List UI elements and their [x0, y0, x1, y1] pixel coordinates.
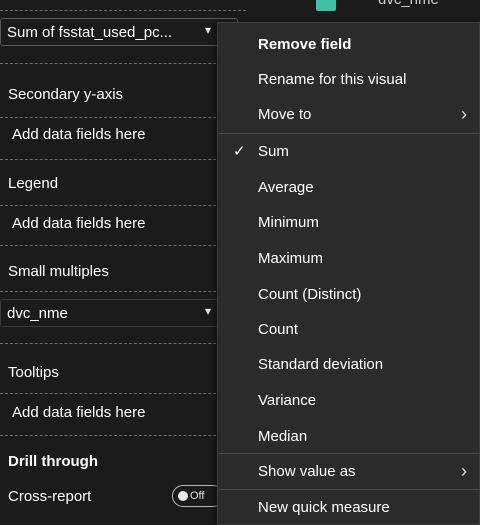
secondary-y-axis-drop-zone[interactable]: Add data fields here [12, 126, 145, 143]
divider [0, 291, 246, 292]
chevron-down-icon[interactable]: ▾ [205, 304, 211, 318]
menu-separator [219, 453, 480, 454]
cross-report-label: Cross-report [8, 488, 92, 505]
chevron-right-icon: › [461, 461, 467, 481]
menu-item-standard-deviation[interactable]: Standard deviation [218, 348, 480, 382]
menu-item-label: Median [258, 428, 308, 445]
value-field-pill[interactable]: Sum of fsstat_used_pc... ▾ [0, 18, 238, 46]
menu-item-label: Count [258, 321, 299, 338]
menu-item-label: Maximum [258, 250, 324, 267]
menu-item-label: Remove field [258, 36, 352, 53]
divider [0, 435, 246, 436]
divider [0, 159, 246, 160]
divider [0, 393, 246, 394]
menu-item-label: Rename for this visual [258, 71, 407, 88]
divider [0, 205, 246, 206]
toggle-knob [178, 491, 188, 501]
divider [0, 343, 246, 344]
menu-item-sum[interactable]: ✓ Sum [218, 135, 480, 169]
header-strip-text: dvc_nme [378, 0, 439, 8]
legend-label: Legend [8, 175, 59, 192]
menu-item-average[interactable]: Average [218, 171, 480, 205]
menu-item-count[interactable]: Count [218, 313, 480, 347]
menu-item-label: Count (Distinct) [258, 286, 362, 303]
field-wells-pane: dvc_nme Sum of fsstat_used_pc... ▾ Secon… [0, 0, 480, 525]
menu-item-minimum[interactable]: Minimum [218, 206, 480, 240]
menu-item-rename[interactable]: Rename for this visual [218, 63, 480, 97]
menu-item-label: Variance [258, 392, 317, 409]
menu-item-remove-field[interactable]: Remove field [218, 28, 480, 62]
menu-item-new-quick-measure[interactable]: New quick measure [218, 491, 480, 525]
menu-item-show-value-as[interactable]: Show value as › [218, 455, 480, 489]
small-multiples-field-label: dvc_nme [7, 304, 68, 322]
checkmark-icon: ✓ [233, 143, 246, 160]
chevron-down-icon[interactable]: ▾ [205, 23, 211, 37]
drill-through-heading: Drill through [8, 453, 98, 470]
tooltips-drop-zone[interactable]: Add data fields here [12, 404, 145, 421]
menu-item-label: Average [258, 179, 314, 196]
secondary-y-axis-label: Secondary y-axis [8, 86, 124, 103]
menu-item-label: Minimum [258, 214, 319, 231]
menu-item-variance[interactable]: Variance [218, 384, 480, 418]
field-context-menu: Remove field Rename for this visual Move… [217, 22, 480, 525]
menu-item-label: Show value as [258, 463, 356, 480]
menu-item-count-distinct[interactable]: Count (Distinct) [218, 278, 480, 312]
small-multiples-field-pill[interactable]: dvc_nme ▾ [0, 299, 238, 327]
menu-separator [219, 489, 480, 490]
menu-item-label: Standard deviation [258, 356, 384, 373]
divider [0, 117, 246, 118]
menu-separator [219, 133, 480, 134]
legend-color-swatch [316, 0, 336, 11]
divider [0, 63, 246, 64]
tooltips-label: Tooltips [8, 364, 59, 381]
toggle-state-label: Off [190, 490, 205, 502]
small-multiples-label: Small multiples [8, 263, 109, 280]
menu-item-maximum[interactable]: Maximum [218, 242, 480, 276]
value-field-label: Sum of fsstat_used_pc... [7, 23, 173, 41]
menu-item-median[interactable]: Median [218, 420, 480, 454]
chevron-right-icon: › [461, 104, 467, 124]
menu-item-label: New quick measure [258, 499, 390, 516]
divider [0, 10, 246, 11]
divider [0, 245, 246, 246]
menu-item-label: Move to [258, 106, 312, 123]
menu-item-label: Sum [258, 143, 289, 160]
menu-item-move-to[interactable]: Move to › [218, 98, 480, 132]
legend-drop-zone[interactable]: Add data fields here [12, 215, 145, 232]
